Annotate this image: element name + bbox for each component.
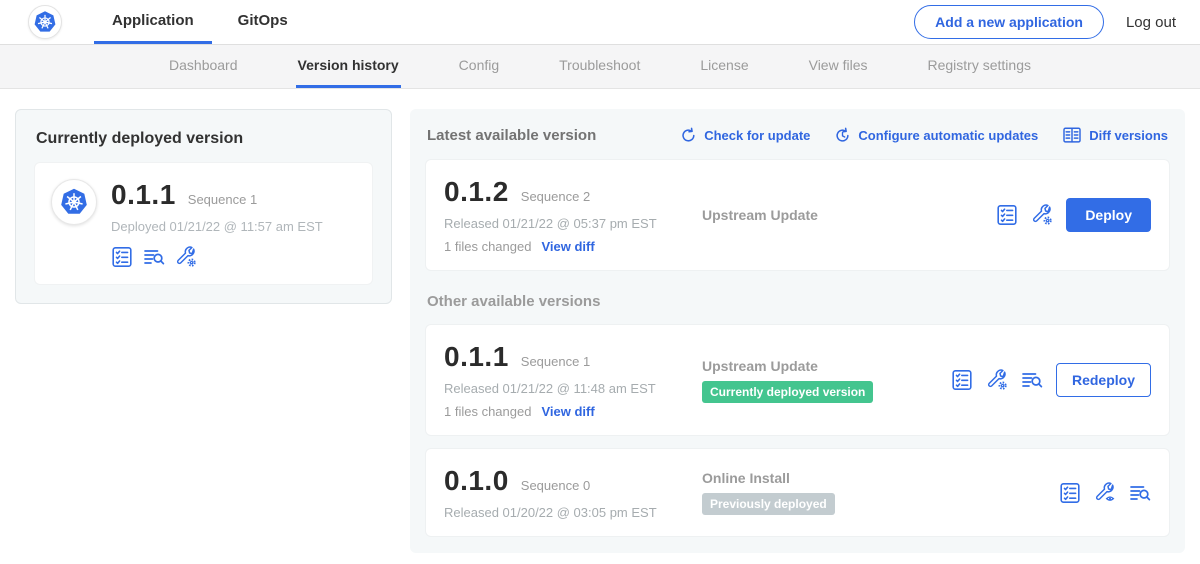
available-versions-panel: Latest available version Check for updat… [410,109,1185,553]
tab-application-label: Application [112,12,194,29]
version-sequence: Sequence 2 [521,189,590,204]
subnav-tab-version-history[interactable]: Version history [296,45,401,88]
kubernetes-logo-icon [51,179,97,225]
version-source: Upstream Update [702,358,951,374]
subnav-tab-license-label: License [700,57,748,73]
view-diff-link[interactable]: View diff [541,404,594,419]
top-header: Application GitOps Add a new application… [0,0,1200,45]
deployed-version-number: 0.1.1 [111,179,176,211]
version-source-column: Online Install Previously deployed [702,470,1059,515]
currently-deployed-badge: Currently deployed version [702,381,873,403]
release-notes-checklist-icon[interactable] [996,204,1018,226]
clock-refresh-icon [834,127,851,144]
configure-automatic-updates-label: Configure automatic updates [858,128,1038,143]
subnav-tab-config[interactable]: Config [457,45,501,88]
other-available-versions-title: Other available versions [427,293,1168,310]
main-content: Currently deployed version 0.1.1 Sequenc… [0,89,1200,553]
previously-deployed-badge: Previously deployed [702,493,835,515]
subnav-tab-troubleshoot[interactable]: Troubleshoot [557,45,642,88]
redeploy-button[interactable]: Redeploy [1056,363,1151,397]
currently-deployed-title: Currently deployed version [36,130,373,148]
logs-search-icon[interactable] [1129,482,1151,504]
tab-gitops[interactable]: GitOps [220,0,306,44]
subnav-tab-troubleshoot-label: Troubleshoot [559,57,640,73]
version-number: 0.1.1 [444,341,509,373]
version-source-column: Upstream Update [702,207,996,223]
version-card-0-1-0: 0.1.0 Sequence 0 Released 01/20/22 @ 03:… [425,448,1170,537]
version-source: Upstream Update [702,207,996,223]
version-source: Online Install [702,470,1059,486]
subnav-tab-view-files-label: View files [809,57,868,73]
tab-gitops-label: GitOps [238,12,288,29]
config-wrench-eye-icon[interactable] [1094,482,1116,504]
files-changed-label: 1 files changed [444,404,531,419]
released-timestamp: Released 01/21/22 @ 05:37 pm EST [444,216,702,231]
subnav-tab-registry-settings-label: Registry settings [928,57,1031,73]
version-actions-column: Redeploy [951,363,1151,397]
release-notes-checklist-icon[interactable] [111,246,133,268]
subnav-tab-dashboard[interactable]: Dashboard [167,45,240,88]
version-card-0-1-2: 0.1.2 Sequence 2 Released 01/21/22 @ 05:… [425,159,1170,271]
release-notes-checklist-icon[interactable] [951,369,973,391]
released-timestamp: Released 01/20/22 @ 03:05 pm EST [444,505,702,520]
logs-search-icon[interactable] [1021,369,1043,391]
subnav-tab-config-label: Config [459,57,499,73]
diff-versions-link[interactable]: Diff versions [1062,125,1168,145]
subnav-tab-view-files[interactable]: View files [807,45,870,88]
config-wrench-gear-icon[interactable] [175,246,197,268]
kubernetes-logo-icon [28,5,62,39]
version-number: 0.1.0 [444,465,509,497]
subnav-tab-license[interactable]: License [698,45,750,88]
config-wrench-gear-icon[interactable] [1031,204,1053,226]
deploy-button[interactable]: Deploy [1066,198,1151,232]
app-tabs: Application GitOps [94,0,306,44]
deployed-version-card: 0.1.1 Sequence 1 Deployed 01/21/22 @ 11:… [34,162,373,285]
brand [28,0,62,44]
version-sequence: Sequence 1 [521,354,590,369]
configure-automatic-updates-link[interactable]: Configure automatic updates [834,127,1038,144]
diff-versions-label: Diff versions [1089,128,1168,143]
version-number: 0.1.2 [444,176,509,208]
config-wrench-gear-icon[interactable] [986,369,1008,391]
deployed-version-info: 0.1.1 Sequence 1 Deployed 01/21/22 @ 11:… [111,179,323,268]
view-diff-link[interactable]: View diff [541,239,594,254]
version-actions-column: Deploy [996,198,1151,232]
deployed-timestamp: Deployed 01/21/22 @ 11:57 am EST [111,219,323,234]
release-notes-checklist-icon[interactable] [1059,482,1081,504]
version-actions-column [1059,482,1151,504]
check-for-update-link[interactable]: Check for update [680,127,810,144]
version-info: 0.1.0 Sequence 0 Released 01/20/22 @ 03:… [444,465,702,520]
version-card-0-1-1: 0.1.1 Sequence 1 Released 01/21/22 @ 11:… [425,324,1170,436]
deployed-sequence: Sequence 1 [188,192,257,207]
refresh-icon [680,127,697,144]
currently-deployed-panel: Currently deployed version 0.1.1 Sequenc… [15,109,392,304]
version-sequence: Sequence 0 [521,478,590,493]
available-versions-header: Latest available version Check for updat… [427,125,1168,145]
logout-button[interactable]: Log out [1126,14,1176,31]
files-changed-label: 1 files changed [444,239,531,254]
version-info: 0.1.2 Sequence 2 Released 01/21/22 @ 05:… [444,176,702,254]
check-for-update-label: Check for update [704,128,810,143]
tab-application[interactable]: Application [94,0,212,44]
logs-search-icon[interactable] [143,246,165,268]
subnav-tab-registry-settings[interactable]: Registry settings [926,45,1033,88]
released-timestamp: Released 01/21/22 @ 11:48 am EST [444,381,702,396]
diff-panes-icon [1062,125,1082,145]
latest-available-title: Latest available version [427,127,596,144]
subnav-tab-version-history-label: Version history [298,57,399,73]
version-info: 0.1.1 Sequence 1 Released 01/21/22 @ 11:… [444,341,702,419]
header-right: Add a new application Log out [914,0,1176,44]
version-actions: Check for update Configure automatic upd… [680,125,1168,145]
add-application-button[interactable]: Add a new application [914,5,1104,39]
subnav-tab-dashboard-label: Dashboard [169,57,238,73]
app-subnav: Dashboard Version history Config Trouble… [0,45,1200,89]
version-source-column: Upstream Update Currently deployed versi… [702,358,951,403]
